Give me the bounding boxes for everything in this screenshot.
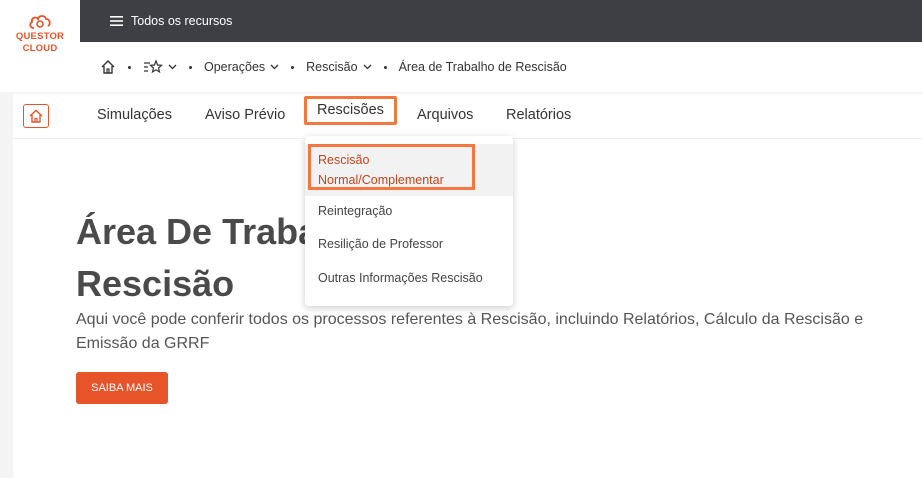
dropdown-item-label-line2: Normal/Complementar: [318, 173, 444, 187]
tab-aviso-previo[interactable]: Aviso Prévio: [205, 107, 285, 123]
chevron-down-icon: [363, 64, 372, 70]
home-icon: [101, 60, 115, 74]
breadcrumb-separator: [189, 65, 192, 69]
dropdown-item-reintegracao[interactable]: Reintegração: [305, 204, 526, 218]
breadcrumb-item-rescisao[interactable]: Rescisão: [306, 60, 372, 74]
page-description: Aqui você pode conferir todos os process…: [76, 311, 864, 352]
all-resources-menu[interactable]: Todos os recursos: [110, 14, 232, 28]
tab-arquivos[interactable]: Arquivos: [417, 107, 473, 123]
tab-simulacoes[interactable]: Simulações: [97, 107, 172, 123]
breadcrumb: Operações Rescisão Área de Trabalho de R…: [80, 42, 922, 92]
top-bar: Todos os recursos: [80, 0, 922, 42]
chevron-down-icon: [168, 64, 177, 70]
breadcrumb-separator: [383, 65, 387, 69]
breadcrumb-home[interactable]: [100, 59, 116, 75]
breadcrumb-item-current: Área de Trabalho de Rescisão: [399, 60, 567, 74]
breadcrumb-separator: [291, 65, 295, 69]
breadcrumb-label: Área de Trabalho de Rescisão: [398, 60, 567, 74]
chevron-down-icon: [270, 64, 279, 70]
dropdown-item-label: Rescisão Normal/Complementar: [318, 150, 444, 190]
breadcrumb-item-operacoes[interactable]: Operações: [204, 60, 279, 74]
saiba-mais-button[interactable]: SAIBA MAIS: [76, 372, 168, 404]
cloud-logo-icon: [29, 15, 51, 29]
logo[interactable]: QUESTOR CLOUD: [0, 0, 81, 92]
logo-text-cloud: CLOUD: [22, 43, 58, 54]
rescisoes-dropdown-menu: Rescisão Normal/Complementar Reintegraçã…: [305, 136, 513, 306]
breadcrumb-label: Rescisão: [306, 60, 358, 74]
section-nav: Simulações Aviso Prévio Rescisões Arquiv…: [13, 94, 922, 139]
tab-rescisoes[interactable]: Rescisões: [304, 96, 397, 125]
breadcrumb-favorites[interactable]: [143, 59, 177, 75]
favorites-star-icon: [144, 59, 163, 74]
breadcrumb-separator: [128, 65, 131, 69]
hamburger-icon: [110, 16, 123, 26]
dropdown-item-resilicao-professor[interactable]: Resilição de Professor: [305, 237, 526, 251]
logo-text-questor: QUESTOR: [15, 31, 65, 42]
dropdown-item-label-line1: Rescisão: [318, 153, 370, 167]
tab-relatorios[interactable]: Relatórios: [506, 107, 571, 123]
all-resources-label: Todos os recursos: [131, 14, 233, 28]
breadcrumb-label: Operações: [204, 60, 266, 74]
home-icon: [29, 109, 43, 123]
section-home-button[interactable]: [23, 104, 49, 128]
dropdown-item-outras-informacoes[interactable]: Outras Informações Rescisão: [305, 271, 526, 285]
